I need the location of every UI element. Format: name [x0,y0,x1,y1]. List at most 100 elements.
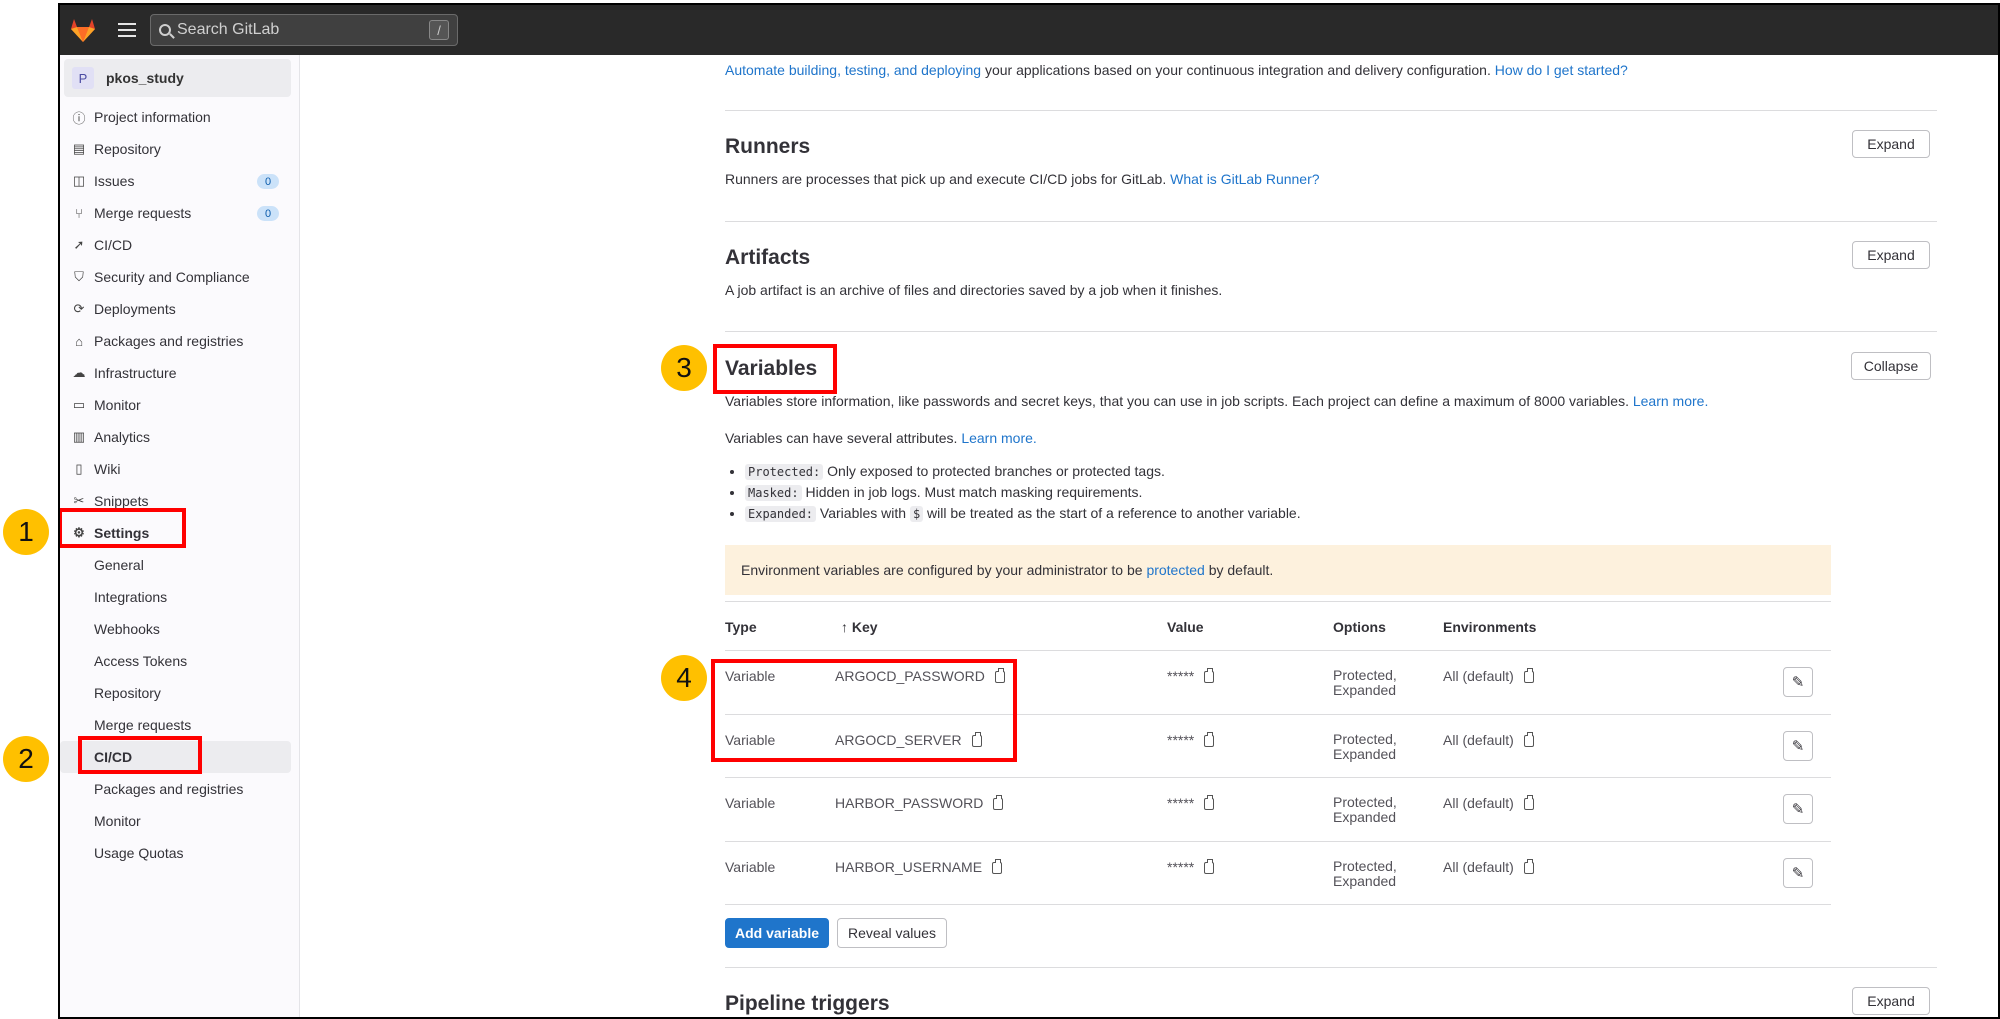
monitor-icon: ▭ [72,397,86,412]
search-placeholder: Search GitLab [177,21,280,38]
copy-env-icon[interactable] [1523,668,1534,683]
project-header[interactable]: P pkos_study [64,59,291,97]
sidebar-item-wiki[interactable]: ▯ Wiki [60,453,299,485]
get-started-link[interactable]: How do I get started? [1495,62,1628,78]
what-is-runner-link[interactable]: What is GitLab Runner? [1170,171,1319,187]
attribute-expanded-text: Variables with [816,505,910,521]
row-type: Variable [725,795,776,811]
runners-expand-button[interactable]: Expand [1852,130,1930,158]
search-icon [159,24,171,36]
annotation-badge-4: 4 [661,655,707,701]
deploy-icon: ⟳ [73,301,85,316]
sidebar-item-packages[interactable]: ⌂ Packages and registries [60,325,299,357]
column-header-key[interactable]: ↑ Key [841,619,878,635]
edit-variable-button[interactable]: ✎ [1783,667,1813,697]
row-environment: All (default) [1443,668,1534,684]
edit-variable-button[interactable]: ✎ [1783,858,1813,888]
copy-key-icon[interactable] [992,859,1003,874]
row-type: Variable [725,859,776,875]
attribute-masked-text: Hidden in job logs. Must match masking r… [801,484,1143,500]
row-value: ***** [1167,732,1215,748]
row-options: Protected, Expanded [1333,668,1397,698]
attribute-protected-text: Only exposed to protected branches or pr… [823,463,1165,479]
row-value-text: ***** [1167,859,1195,875]
pipeline-triggers-expand-button[interactable]: Expand [1852,987,1930,1015]
attribute-expanded: Expanded: Variables with $ will be treat… [745,503,1301,524]
scissors-icon: ✂ [73,493,85,508]
column-header-options: Options [1333,619,1386,635]
divider [725,967,1937,968]
shield-icon: ⛉ [74,269,84,284]
sidebar-item-monitor[interactable]: ▭ Monitor [60,389,299,421]
settings-sub-packages[interactable]: Packages and registries [60,773,291,805]
edit-variable-button[interactable]: ✎ [1783,794,1813,824]
search-shortcut: / [429,20,449,40]
doc-icon: ▤ [72,141,86,156]
protected-link[interactable]: protected [1146,562,1204,578]
book-icon: ▯ [75,461,83,476]
settings-sub-monitor[interactable]: Monitor [60,805,291,837]
settings-sub-general[interactable]: General [60,549,291,581]
sidebar-item-merge-requests[interactable]: ⑂ Merge requests 0 [60,197,299,229]
options-line-2: Expanded [1333,682,1397,698]
copy-env-icon[interactable] [1523,795,1534,810]
variables-desc-text: Variables store information, like passwo… [725,393,1633,409]
artifacts-title: Artifacts [725,246,811,269]
copy-key-icon[interactable] [993,795,1004,810]
intro-link[interactable]: Automate building, testing, and deployin… [725,62,981,78]
settings-sub-integrations[interactable]: Integrations [60,581,291,613]
options-line-1: Protected, [1333,794,1397,810]
sidebar-item-label: Deployments [94,301,176,317]
project-avatar: P [72,67,94,89]
main-content: Automate building, testing, and deployin… [300,55,1998,1017]
environment-variables-alert: Environment variables are configured by … [725,545,1831,595]
alert-text: Environment variables are configured by … [741,562,1143,578]
variables-attributes-text: Variables can have several attributes. L… [725,430,1725,446]
sidebar-item-infrastructure[interactable]: ☁ Infrastructure [60,357,299,389]
issues-count-badge: 0 [257,174,279,189]
attributes-learn-more-link[interactable]: Learn more. [961,430,1036,446]
artifacts-desc: A job artifact is an archive of files an… [725,282,1223,298]
sidebar-item-label: Wiki [94,461,121,477]
variables-learn-more-link[interactable]: Learn more. [1633,393,1708,409]
pencil-icon: ✎ [1791,674,1805,691]
copy-value-icon[interactable] [1204,668,1215,683]
reveal-values-button[interactable]: Reveal values [837,918,947,948]
copy-value-icon[interactable] [1204,859,1215,874]
settings-sub-access-tokens[interactable]: Access Tokens [60,645,291,677]
merge-icon: ⑂ [75,205,83,221]
sidebar-item-analytics[interactable]: ▥ Analytics [60,421,299,453]
sidebar-item-label: Repository [94,141,161,157]
table-bottom-divider [725,904,1831,905]
copy-env-icon[interactable] [1523,732,1534,747]
copy-value-icon[interactable] [1204,795,1215,810]
settings-sub-usage-quotas[interactable]: Usage Quotas [60,837,291,869]
gitlab-logo-icon[interactable] [68,15,98,45]
sidebar-item-project-information[interactable]: ⓘ Project information [60,101,299,133]
row-value-text: ***** [1167,668,1195,684]
search-input[interactable]: Search GitLab / [150,14,458,46]
sidebar-item-deployments[interactable]: ⟳ Deployments [60,293,299,325]
settings-sub-webhooks[interactable]: Webhooks [60,613,291,645]
info-icon: ⓘ [72,110,86,126]
settings-sub-repository[interactable]: Repository [60,677,291,709]
variables-desc: Variables store information, like passwo… [725,393,1937,409]
sidebar-item-security[interactable]: ⛉ Security and Compliance [60,261,299,293]
copy-env-icon[interactable] [1523,859,1534,874]
sidebar-item-issues[interactable]: ◫ Issues 0 [60,165,299,197]
table-row: Variable HARBOR_PASSWORD ***** Protected… [725,778,1831,841]
artifacts-expand-button[interactable]: Expand [1852,241,1930,269]
add-variable-button[interactable]: Add variable [725,918,829,948]
sidebar-item-cicd[interactable]: ➚ CI/CD [60,229,299,261]
variables-collapse-button[interactable]: Collapse [1851,352,1931,380]
options-line-2: Expanded [1333,873,1397,889]
sidebar-item-repository[interactable]: ▤ Repository [60,133,299,165]
intro-body: your applications based on your continuo… [981,62,1495,78]
column-header-value: Value [1167,619,1204,635]
copy-value-icon[interactable] [1204,732,1215,747]
merge-requests-count-badge: 0 [257,206,279,221]
edit-variable-button[interactable]: ✎ [1783,731,1813,761]
menu-icon[interactable] [118,23,136,37]
row-value: ***** [1167,795,1215,811]
annotation-badge-3: 3 [661,345,707,391]
